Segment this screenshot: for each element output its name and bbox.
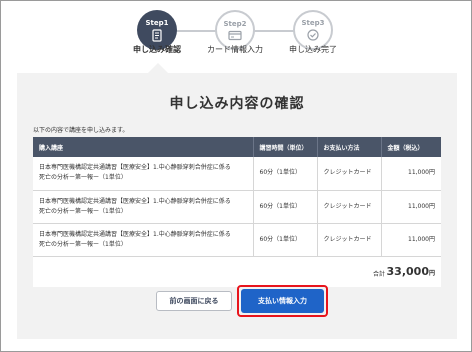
step-2-number: Step2 (223, 19, 247, 28)
amount-cell: 11,000円 (381, 157, 441, 191)
panel-pointer (148, 63, 168, 73)
card-icon (228, 30, 242, 40)
hours-cell: 60分（1単位） (253, 223, 318, 257)
header-course: 購入講座 (33, 137, 254, 157)
course-cell: 日本専門医機構認定共通講習【医療安全】1.中心静脈穿刺合併症に係る 死亡の分析ー… (33, 157, 254, 191)
course-name-line-2: 死亡の分析ー第一報ー（1単位） (39, 174, 127, 182)
course-name-line-1: 日本専門医機構認定共通講習【医療安全】1.中心静脈穿刺合併症に係る (39, 197, 231, 205)
check-icon (307, 29, 319, 41)
course-name-line-1: 日本専門医機構認定共通講習【医療安全】1.中心静脈穿刺合併症に係る (39, 230, 231, 238)
course-cell: 日本専門医機構認定共通講習【医療安全】1.中心静脈穿刺合併症に係る 死亡の分析ー… (33, 190, 254, 224)
table-header-row: 購入講座 講習時間（単位） お支払い方法 金額（税込） (33, 137, 441, 157)
header-hours: 講習時間（単位） (253, 137, 318, 157)
hours-cell: 60分（1単位） (253, 190, 318, 224)
payment-cell: クレジットカード (317, 157, 382, 191)
total-value: 33,000 (386, 264, 429, 278)
step-3-number: Step3 (301, 19, 325, 27)
confirmation-panel: 申し込み内容の確認 以下の内容で講座を申し込みます。 購入講座 講習時間（単位）… (17, 73, 457, 339)
progress-stepper: Step1 申し込み確認 Step2 カード情報入力 Step3 申し込み完了 (1, 1, 472, 71)
page-title: 申し込み内容の確認 (169, 96, 305, 112)
page-frame: Step1 申し込み確認 Step2 カード情報入力 Step3 申し込み完了 … (0, 0, 472, 352)
document-icon (152, 28, 162, 42)
back-button[interactable]: 前の画面に戻る (156, 291, 232, 311)
order-table: 購入講座 講習時間（単位） お支払い方法 金額（税込） 日本専門医機構認定共通講… (33, 137, 441, 287)
total-amount: 33,000円 (387, 265, 435, 278)
course-name-line-2: 死亡の分析ー第一報ー（1単位） (39, 240, 127, 248)
step-3-label: 申し込み完了 (289, 45, 337, 54)
amount-cell: 11,000円 (381, 190, 441, 224)
course-name-line-1: 日本専門医機構認定共通講習【医療安全】1.中心静脈穿刺合併症に係る (39, 164, 231, 172)
hours-cell: 60分（1単位） (253, 157, 318, 191)
payment-cell: クレジットカード (317, 223, 382, 257)
step-1-label: 申し込み確認 (133, 45, 181, 54)
step-1-number: Step1 (145, 18, 169, 27)
header-amount: 金額（税込） (381, 137, 441, 157)
step-2-label: カード情報入力 (207, 45, 263, 54)
course-cell: 日本専門医機構認定共通講習【医療安全】1.中心静脈穿刺合併症に係る 死亡の分析ー… (33, 223, 254, 257)
table-row: 日本専門医機構認定共通講習【医療安全】1.中心静脈穿刺合併症に係る 死亡の分析ー… (33, 157, 441, 191)
table-row: 日本専門医機構認定共通講習【医療安全】1.中心静脈穿刺合併症に係る 死亡の分析ー… (33, 223, 441, 257)
payment-info-button[interactable]: 支払い情報入力 (241, 289, 324, 313)
amount-cell: 11,000円 (381, 223, 441, 257)
payment-cell: クレジットカード (317, 190, 382, 224)
total-row: 合計 33,000円 (33, 256, 441, 287)
total-label: 合計 (372, 270, 385, 278)
table-row: 日本専門医機構認定共通講習【医療安全】1.中心静脈穿刺合併症に係る 死亡の分析ー… (33, 190, 441, 224)
intro-text: 以下の内容で講座を申し込みます。 (33, 127, 129, 134)
header-payment: お支払い方法 (317, 137, 382, 157)
total-unit: 円 (428, 269, 435, 277)
course-name-line-2: 死亡の分析ー第一報ー（1単位） (39, 207, 127, 215)
